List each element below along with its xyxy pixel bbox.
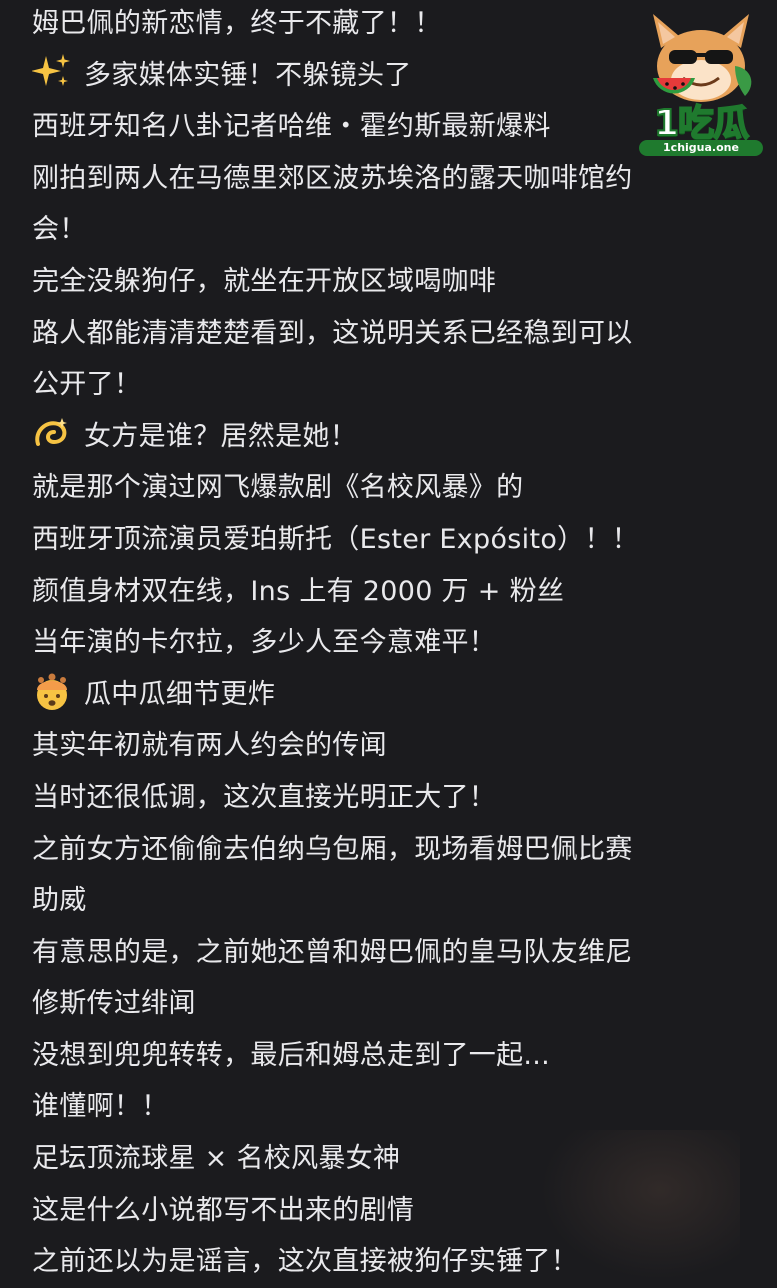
post-line: 谁懂啊！！ <box>32 1091 169 1123</box>
post-body: 姆巴佩的新恋情，终于不藏了！！ 多家媒体实锤！不躲镜头了 西班牙知名八卦记者哈维… <box>31 0 732 1288</box>
post-line: 当年演的卡尔拉，多少人至今意难平！ <box>32 627 497 659</box>
post-line: 就是那个演过网飞爆款剧《名校风暴》的 <box>32 472 524 504</box>
post-line: 当时还很低调，这次直接光明正大了！ <box>32 781 497 813</box>
post-line: 其实年初就有两人约会的传闻 <box>32 730 387 762</box>
post-line: 之前女方还偷偷去伯纳乌包厢，现场看姆巴佩比赛 <box>32 833 633 865</box>
post-line: 公开了！ <box>32 369 142 401</box>
post-line: 完全没躲狗仔，就坐在开放区域喝咖啡 <box>32 265 497 297</box>
blurred-overlay <box>540 1130 740 1280</box>
post-line: 西班牙顶流演员爱珀斯托（Ester Expósito）！！ <box>32 523 640 555</box>
post-line: 女方是谁？居然是她！ <box>32 411 732 463</box>
watermark-brand: 1吃瓜 <box>653 102 750 145</box>
post-line: 刚拍到两人在马德里郊区波苏埃洛的露天咖啡馆约 <box>32 162 633 194</box>
watermark-logo: 1吃瓜 1chigua.one <box>639 8 763 158</box>
post-line: 多家媒体实锤！不躲镜头了 <box>31 50 732 102</box>
post-line: 修斯传过绯闻 <box>32 988 196 1020</box>
post-line: 有意思的是，之前她还曾和姆巴佩的皇马队友维尼 <box>32 936 633 968</box>
post-line: 助威 <box>32 885 87 917</box>
post-line: 西班牙知名八卦记者哈维・霍约斯最新爆料 <box>32 111 551 143</box>
mind-blown-icon <box>32 673 84 710</box>
post-line: 路人都能清清楚楚看到，这说明关系已经稳到可以 <box>32 317 633 349</box>
hamster-mascot-icon <box>653 14 752 102</box>
sparkles-icon <box>31 52 72 92</box>
post-line: 没想到兜兜转转，最后和姆总走到了一起... <box>32 1039 551 1071</box>
post-line: 会！ <box>32 214 87 246</box>
post-line: 姆巴佩的新恋情，终于不藏了！！ <box>32 8 442 39</box>
post-line: 瓜中瓜细节更炸 <box>32 669 732 721</box>
watermark-url: 1chigua.one <box>639 140 763 156</box>
post-line: 颜值身材双在线，Ins 上有 2000 万 + 粉丝 <box>32 575 565 607</box>
dizzy-icon <box>32 417 84 452</box>
